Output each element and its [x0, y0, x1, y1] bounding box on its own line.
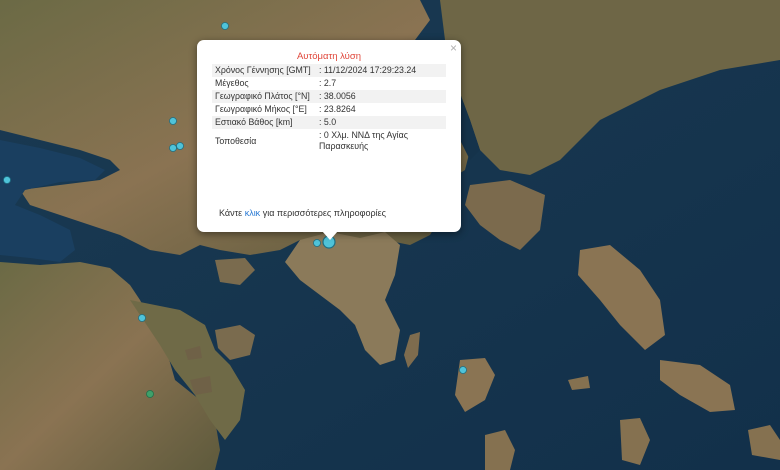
- earthquake-marker[interactable]: [459, 366, 467, 374]
- earthquake-marker[interactable]: [138, 314, 146, 322]
- earthquake-marker[interactable]: [169, 117, 177, 125]
- location-label: Τοποθεσία: [212, 129, 316, 153]
- depth-label: Εστιακό Βάθος [km]: [212, 116, 316, 129]
- magnitude-label: Μέγεθος: [212, 77, 316, 90]
- earthquake-marker[interactable]: [176, 142, 184, 150]
- table-row: Γεωγραφικό Μήκος [°E] : 23.8264: [212, 103, 446, 116]
- table-row: Χρόνος Γέννησης [GMT] : 11/12/2024 17:29…: [212, 64, 446, 77]
- longitude-label: Γεωγραφικό Μήκος [°E]: [212, 103, 316, 116]
- earthquake-marker[interactable]: [221, 22, 229, 30]
- earthquake-details-table: Χρόνος Γέννησης [GMT] : 11/12/2024 17:29…: [212, 64, 446, 153]
- popup-title: Αυτόματη λύση: [296, 51, 362, 62]
- earthquake-marker[interactable]: [169, 144, 177, 152]
- magnitude-value: : 2.7: [316, 77, 446, 90]
- popup-pointer: [322, 231, 338, 240]
- longitude-value: : 23.8264: [316, 103, 446, 116]
- close-icon[interactable]: ×: [450, 42, 457, 54]
- earthquake-marker[interactable]: [3, 176, 11, 184]
- origin-time-label: Χρόνος Γέννησης [GMT]: [212, 64, 316, 77]
- latitude-value: : 38.0056: [316, 90, 446, 103]
- origin-time-value: : 11/12/2024 17:29:23.24: [316, 64, 446, 77]
- more-info-suffix: για περισσότερες πληροφορίες: [262, 208, 386, 218]
- location-value: : 0 Χλμ. ΝΝΔ της Αγίας Παρασκευής: [316, 129, 446, 153]
- table-row: Μέγεθος : 2.7: [212, 77, 446, 90]
- table-row: Τοποθεσία : 0 Χλμ. ΝΝΔ της Αγίας Παρασκε…: [212, 129, 446, 153]
- depth-value: : 5.0: [316, 116, 446, 129]
- latitude-label: Γεωγραφικό Πλάτος [°N]: [212, 90, 316, 103]
- earthquake-marker[interactable]: [146, 390, 154, 398]
- table-row: Γεωγραφικό Πλάτος [°N] : 38.0056: [212, 90, 446, 103]
- more-info-link[interactable]: κλικ: [245, 208, 261, 218]
- earthquake-info-popup: × Αυτόματη λύση Χρόνος Γέννησης [GMT] : …: [197, 40, 461, 232]
- earthquake-marker[interactable]: [313, 239, 321, 247]
- more-info-prefix: Κάντε: [219, 208, 243, 218]
- more-info-text: Κάντε κλικ για περισσότερες πληροφορίες: [219, 208, 386, 218]
- table-row: Εστιακό Βάθος [km] : 5.0: [212, 116, 446, 129]
